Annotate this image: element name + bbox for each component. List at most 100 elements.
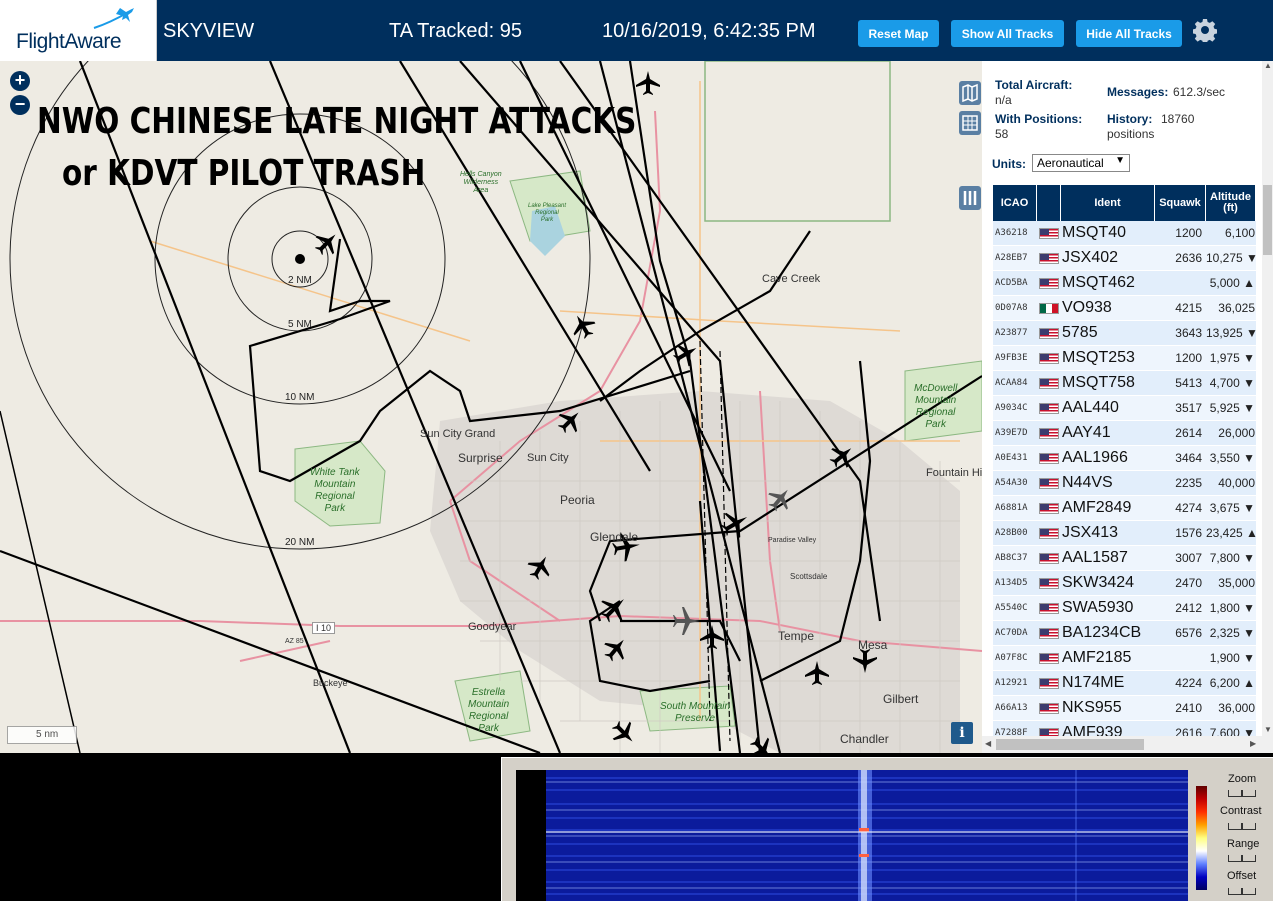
table-row[interactable]: A07F8C AMF2185 1,900 ▼ xyxy=(993,646,1256,671)
ring-label-5nm: 5 NM xyxy=(288,319,312,330)
vertical-scroll-thumb[interactable] xyxy=(1263,185,1272,255)
logo-text: FlightAware xyxy=(16,30,122,53)
country-flag-icon xyxy=(1039,702,1059,714)
zoom-slider[interactable] xyxy=(1228,790,1256,797)
scroll-down-icon[interactable]: ▼ xyxy=(1264,725,1272,734)
table-row[interactable]: A6881A AMF2849 4274 3,675 ▼ xyxy=(993,496,1256,521)
table-row[interactable]: 0D07A8 VO938 4215 36,025 xyxy=(993,296,1256,321)
horizontal-scroll-thumb[interactable] xyxy=(996,739,1144,750)
table-vertical-scrollbar[interactable]: ▲ ▼ xyxy=(1262,61,1273,736)
col-ident[interactable]: Ident xyxy=(1061,185,1155,221)
reset-map-button[interactable]: Reset Map xyxy=(858,20,939,47)
park-lake-pleasant: Lake Pleasant Regional Park xyxy=(528,203,567,223)
col-altitude[interactable]: Altitude (ft) xyxy=(1206,185,1256,221)
table-body: A36218 MSQT40 1200 6,100 A28EB7 JSX402 2636 10,… xyxy=(993,221,1258,746)
table-row[interactable]: A9034C AAL440 3517 5,925 ▼ xyxy=(993,396,1256,421)
table-horizontal-scrollbar[interactable]: ◀ ▶ xyxy=(982,736,1273,753)
total-aircraft-value: n/a xyxy=(995,93,1012,107)
scroll-right-icon[interactable]: ▶ xyxy=(1250,739,1256,748)
table-row[interactable]: AC70DA BA1234CB 6576 2,325 ▼ xyxy=(993,621,1256,646)
country-flag-icon xyxy=(1039,252,1059,264)
table-row[interactable]: AB8C37 AAL1587 3007 7,800 ▼ xyxy=(993,546,1256,571)
ring-label-10nm: 10 NM xyxy=(285,392,315,403)
table-header: ICAO Ident Squawk Altitude (ft) xyxy=(993,185,1256,221)
cell-icao: A28B00 xyxy=(995,528,1028,538)
country-flag-icon xyxy=(1039,627,1059,639)
cell-icao: A66A13 xyxy=(995,703,1028,713)
cell-altitude: 1,800 ▼ xyxy=(1209,601,1255,615)
table-row[interactable]: A23877 5785 3643 13,925 ▼ xyxy=(993,321,1258,346)
contrast-slider[interactable] xyxy=(1228,823,1256,830)
table-row[interactable]: A28EB7 JSX402 2636 10,275 ▼ xyxy=(993,246,1258,271)
col-icao[interactable]: ICAO xyxy=(993,185,1037,221)
cell-altitude: 35,000 xyxy=(1218,576,1255,590)
park-estrella: Estrella Mountain Regional Park xyxy=(468,687,510,734)
gear-icon[interactable] xyxy=(1193,18,1217,42)
table-row[interactable]: A66A13 NKS955 2410 36,000 xyxy=(993,696,1256,721)
flightaware-logo[interactable]: FlightAware xyxy=(0,0,157,61)
country-flag-icon xyxy=(1039,302,1059,314)
scroll-left-icon[interactable]: ◀ xyxy=(985,739,991,748)
show-all-tracks-button[interactable]: Show All Tracks xyxy=(951,20,1064,47)
country-flag-icon xyxy=(1039,577,1059,589)
place-cave-creek: Cave Creek xyxy=(762,273,821,285)
range-slider[interactable] xyxy=(1228,855,1256,862)
place-fountain-hills: Fountain Hi xyxy=(926,467,982,479)
zoom-out-button[interactable]: − xyxy=(10,95,30,115)
table-row[interactable]: A0E431 AAL1966 3464 3,550 ▼ xyxy=(993,446,1256,471)
cell-squawk: 3464 xyxy=(1175,451,1202,465)
cell-icao: A36218 xyxy=(995,228,1028,238)
country-flag-icon xyxy=(1039,602,1059,614)
cell-ident: BA1234CB xyxy=(1062,624,1142,641)
cell-squawk: 2410 xyxy=(1175,701,1202,715)
cell-flag xyxy=(1037,377,1061,389)
spectrum-waterfall[interactable] xyxy=(516,770,1188,901)
place-tempe: Tempe xyxy=(778,629,815,643)
cell-altitude: 23,425 ▲ xyxy=(1206,526,1258,540)
country-flag-icon xyxy=(1039,677,1059,689)
table-row[interactable]: A5540C SWA5930 2412 1,800 ▼ xyxy=(993,596,1256,621)
cell-altitude: 36,000 xyxy=(1218,701,1255,715)
cell-icao: A07F8C xyxy=(995,653,1028,663)
col-squawk[interactable]: Squawk xyxy=(1155,185,1206,221)
table-row[interactable]: A36218 MSQT40 1200 6,100 xyxy=(993,221,1256,246)
units-selected-value: Aeronautical xyxy=(1037,156,1104,170)
ring-label-20nm: 20 NM xyxy=(285,537,315,548)
cell-flag xyxy=(1037,677,1061,689)
cell-flag xyxy=(1037,277,1061,289)
table-row[interactable]: ACAA84 MSQT758 5413 4,700 ▼ xyxy=(993,371,1256,396)
cell-altitude: 36,025 xyxy=(1218,301,1255,315)
toggle-columns-button[interactable] xyxy=(959,186,981,210)
hide-all-tracks-button[interactable]: Hide All Tracks xyxy=(1076,20,1182,47)
cell-altitude: 13,925 ▼ xyxy=(1206,326,1258,340)
az85-shield: AZ 85 xyxy=(285,638,304,645)
cell-ident: SWA5930 xyxy=(1062,599,1134,616)
info-button[interactable]: i xyxy=(951,722,973,744)
country-flag-icon xyxy=(1039,277,1059,289)
skyview-app: FlightAware SKYVIEW TA Tracked: 95 10/16… xyxy=(0,0,1273,901)
map-view[interactable]: 2 NM 5 NM 10 NM 20 NM Cave Creek Sun Cit… xyxy=(0,61,982,753)
table-row[interactable]: A39E7D AAY41 2614 26,000 xyxy=(993,421,1256,446)
map-layers-button[interactable] xyxy=(959,81,981,105)
offset-slider[interactable] xyxy=(1228,888,1256,895)
col-flag[interactable] xyxy=(1037,185,1061,221)
columns-icon xyxy=(963,191,977,205)
cell-flag xyxy=(1037,352,1061,364)
cell-altitude: 10,275 ▼ xyxy=(1206,251,1258,265)
table-row[interactable]: A54A30 N44VS 2235 40,000 xyxy=(993,471,1256,496)
cell-squawk: 2470 xyxy=(1175,576,1202,590)
country-flag-icon xyxy=(1039,402,1059,414)
table-row[interactable]: A28B00 JSX413 1576 23,425 ▲ xyxy=(993,521,1258,546)
cell-icao: A23877 xyxy=(995,328,1028,338)
table-row[interactable]: A134D5 SKW3424 2470 35,000 xyxy=(993,571,1256,596)
cell-altitude: 4,700 ▼ xyxy=(1209,376,1255,390)
range-grid-button[interactable] xyxy=(959,111,981,135)
scroll-up-icon[interactable]: ▲ xyxy=(1264,61,1272,70)
zoom-in-button[interactable]: + xyxy=(10,71,30,91)
table-row[interactable]: ACD5BA MSQT462 5,000 ▲ xyxy=(993,271,1256,296)
place-sun-city-grand: Sun City Grand xyxy=(420,428,496,440)
units-select[interactable]: Aeronautical ▼ xyxy=(1032,154,1130,172)
table-row[interactable]: A12921 N174ME 4224 6,200 ▲ xyxy=(993,671,1256,696)
cell-altitude: 7,800 ▼ xyxy=(1209,551,1255,565)
table-row[interactable]: A9FB3E MSQT253 1200 1,975 ▼ xyxy=(993,346,1256,371)
